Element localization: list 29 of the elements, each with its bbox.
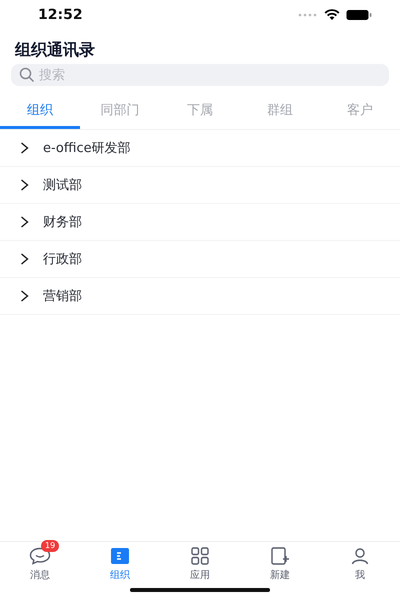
page-title: 组织通讯录 <box>14 39 96 61</box>
tab-bar-item[interactable]: 我 <box>355 568 365 582</box>
chat-bubble-icon <box>29 547 51 565</box>
status-time: 12:52 <box>38 7 83 23</box>
signal-icon <box>298 12 318 18</box>
department-name: 营销部 <box>43 288 82 305</box>
add-document-icon <box>271 547 289 565</box>
department-name: 测试部 <box>43 177 82 194</box>
apps-grid-icon <box>191 547 209 565</box>
department-row[interactable]: e-office研发部 <box>0 130 400 167</box>
department-row[interactable]: 财务部 <box>0 204 400 241</box>
battery-icon <box>346 9 372 21</box>
tab-bar-item[interactable]: 消息 <box>30 568 50 582</box>
department-name: 财务部 <box>43 214 82 231</box>
unread-badge: 19 <box>41 540 60 552</box>
wifi-icon <box>324 9 340 21</box>
person-icon <box>351 547 369 565</box>
department-row[interactable]: 行政部 <box>0 241 400 278</box>
tab-bar-item[interactable]: 新建 <box>270 568 290 582</box>
department-name: e-office研发部 <box>43 140 131 157</box>
tab-bar-item[interactable]: 应用 <box>190 568 210 582</box>
org-card-icon <box>111 548 129 564</box>
tab-bar-item[interactable]: 组织 <box>110 568 130 582</box>
department-name: 行政部 <box>43 251 82 268</box>
department-row[interactable]: 营销部 <box>0 278 400 315</box>
search-icon <box>19 67 35 83</box>
department-row[interactable]: 测试部 <box>0 167 400 204</box>
search-field[interactable]: 搜索 <box>11 64 389 86</box>
tab[interactable]: 组织 <box>0 96 80 129</box>
